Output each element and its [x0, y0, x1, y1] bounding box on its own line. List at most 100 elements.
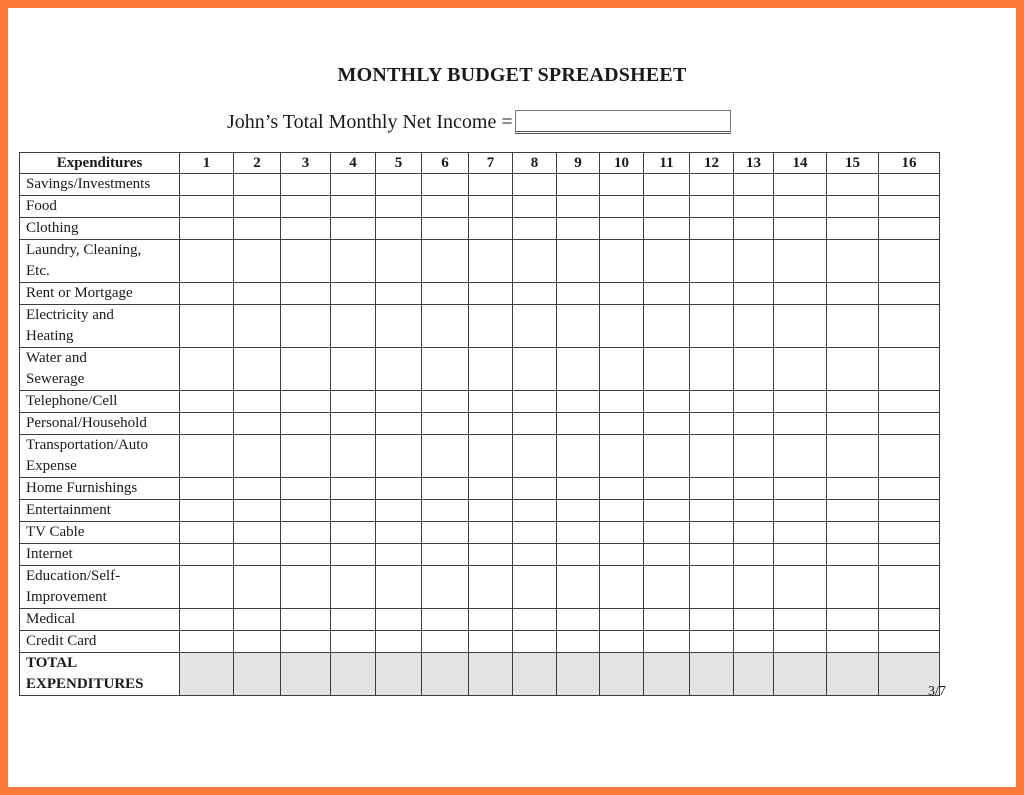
entry-cell[interactable] — [330, 173, 376, 196]
entry-cell[interactable] — [375, 499, 422, 522]
entry-cell[interactable] — [280, 239, 331, 283]
entry-cell[interactable] — [773, 630, 827, 653]
entry-cell[interactable] — [878, 499, 940, 522]
entry-cell[interactable] — [878, 477, 940, 500]
entry-cell[interactable] — [826, 195, 879, 218]
entry-cell[interactable] — [375, 477, 422, 500]
entry-cell[interactable] — [375, 543, 422, 566]
entry-cell[interactable] — [826, 239, 879, 283]
entry-cell[interactable] — [878, 608, 940, 631]
entry-cell[interactable] — [643, 217, 690, 240]
total-cell[interactable] — [468, 652, 513, 696]
entry-cell[interactable] — [733, 543, 774, 566]
entry-cell[interactable] — [468, 477, 513, 500]
entry-cell[interactable] — [826, 173, 879, 196]
entry-cell[interactable] — [233, 412, 281, 435]
entry-cell[interactable] — [689, 434, 734, 478]
entry-cell[interactable] — [556, 217, 600, 240]
entry-cell[interactable] — [878, 390, 940, 413]
entry-cell[interactable] — [330, 477, 376, 500]
entry-cell[interactable] — [179, 521, 234, 544]
entry-cell[interactable] — [421, 608, 469, 631]
entry-cell[interactable] — [689, 282, 734, 305]
entry-cell[interactable] — [233, 543, 281, 566]
entry-cell[interactable] — [556, 282, 600, 305]
total-cell[interactable] — [556, 652, 600, 696]
entry-cell[interactable] — [233, 173, 281, 196]
entry-cell[interactable] — [599, 477, 644, 500]
entry-cell[interactable] — [643, 239, 690, 283]
entry-cell[interactable] — [179, 565, 234, 609]
entry-cell[interactable] — [280, 217, 331, 240]
entry-cell[interactable] — [733, 434, 774, 478]
entry-cell[interactable] — [826, 217, 879, 240]
entry-cell[interactable] — [330, 239, 376, 283]
entry-cell[interactable] — [556, 347, 600, 391]
entry-cell[interactable] — [280, 565, 331, 609]
entry-cell[interactable] — [330, 608, 376, 631]
entry-cell[interactable] — [556, 477, 600, 500]
entry-cell[interactable] — [468, 412, 513, 435]
entry-cell[interactable] — [330, 499, 376, 522]
entry-cell[interactable] — [643, 304, 690, 348]
entry-cell[interactable] — [233, 521, 281, 544]
entry-cell[interactable] — [556, 521, 600, 544]
entry-cell[interactable] — [733, 239, 774, 283]
entry-cell[interactable] — [599, 304, 644, 348]
entry-cell[interactable] — [826, 304, 879, 348]
entry-cell[interactable] — [773, 521, 827, 544]
entry-cell[interactable] — [773, 499, 827, 522]
entry-cell[interactable] — [330, 390, 376, 413]
entry-cell[interactable] — [179, 630, 234, 653]
entry-cell[interactable] — [689, 412, 734, 435]
entry-cell[interactable] — [689, 173, 734, 196]
entry-cell[interactable] — [643, 347, 690, 391]
entry-cell[interactable] — [599, 195, 644, 218]
entry-cell[interactable] — [421, 282, 469, 305]
income-input[interactable] — [514, 110, 731, 134]
entry-cell[interactable] — [375, 565, 422, 609]
entry-cell[interactable] — [421, 347, 469, 391]
entry-cell[interactable] — [643, 282, 690, 305]
entry-cell[interactable] — [233, 434, 281, 478]
entry-cell[interactable] — [599, 282, 644, 305]
entry-cell[interactable] — [233, 347, 281, 391]
entry-cell[interactable] — [375, 282, 422, 305]
entry-cell[interactable] — [878, 565, 940, 609]
entry-cell[interactable] — [468, 543, 513, 566]
total-cell[interactable] — [773, 652, 827, 696]
entry-cell[interactable] — [468, 239, 513, 283]
entry-cell[interactable] — [512, 304, 557, 348]
entry-cell[interactable] — [733, 347, 774, 391]
total-cell[interactable] — [179, 652, 234, 696]
entry-cell[interactable] — [233, 477, 281, 500]
total-cell[interactable] — [689, 652, 734, 696]
entry-cell[interactable] — [280, 521, 331, 544]
entry-cell[interactable] — [556, 195, 600, 218]
entry-cell[interactable] — [773, 390, 827, 413]
entry-cell[interactable] — [468, 434, 513, 478]
entry-cell[interactable] — [556, 630, 600, 653]
entry-cell[interactable] — [512, 195, 557, 218]
entry-cell[interactable] — [330, 565, 376, 609]
entry-cell[interactable] — [421, 412, 469, 435]
entry-cell[interactable] — [733, 565, 774, 609]
total-cell[interactable] — [280, 652, 331, 696]
entry-cell[interactable] — [556, 390, 600, 413]
entry-cell[interactable] — [689, 565, 734, 609]
total-cell[interactable] — [643, 652, 690, 696]
entry-cell[interactable] — [689, 347, 734, 391]
entry-cell[interactable] — [375, 608, 422, 631]
entry-cell[interactable] — [643, 434, 690, 478]
entry-cell[interactable] — [826, 565, 879, 609]
entry-cell[interactable] — [599, 434, 644, 478]
entry-cell[interactable] — [421, 173, 469, 196]
entry-cell[interactable] — [556, 608, 600, 631]
entry-cell[interactable] — [421, 434, 469, 478]
entry-cell[interactable] — [599, 543, 644, 566]
entry-cell[interactable] — [733, 477, 774, 500]
entry-cell[interactable] — [280, 543, 331, 566]
entry-cell[interactable] — [468, 304, 513, 348]
entry-cell[interactable] — [179, 304, 234, 348]
entry-cell[interactable] — [556, 239, 600, 283]
